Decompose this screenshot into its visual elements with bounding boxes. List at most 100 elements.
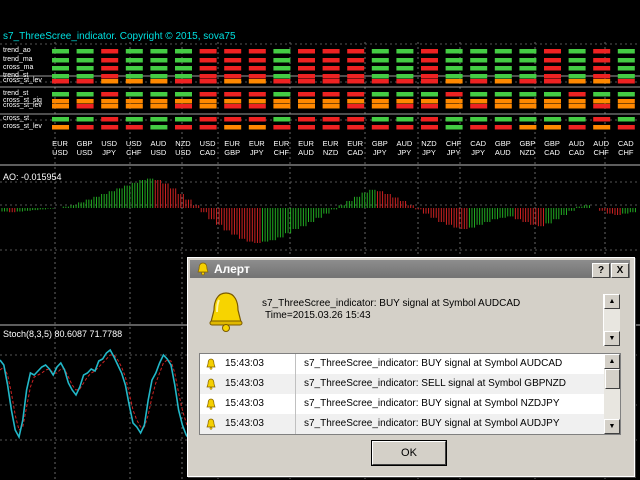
signal-cell [421, 66, 438, 71]
signal-cell [76, 99, 94, 104]
signal-cell [298, 99, 315, 104]
signal-cell [593, 79, 611, 84]
signal-cell [224, 74, 242, 79]
signal-cell [322, 74, 340, 79]
signal-cell [322, 79, 340, 84]
signal-cell [371, 66, 389, 71]
pair-label: GBP USD [73, 139, 97, 157]
signal-cell [248, 99, 266, 104]
alert-row[interactable]: 15:43:03 s7_ThreeScree_indicator: BUY sig… [200, 394, 604, 414]
signal-cell [125, 58, 143, 63]
signal-cell [273, 79, 291, 84]
signal-cell [52, 66, 69, 71]
alert-message: s7_ThreeScree_indicator: BUY signal at S… [262, 298, 520, 322]
alert-list[interactable]: 15:43:03 s7_ThreeScree_indicator: BUY sig… [199, 353, 621, 435]
signal-cell [52, 92, 69, 97]
pair-base: USD [199, 139, 216, 148]
signal-cell [470, 92, 488, 97]
signal-cell [396, 104, 414, 109]
dialog-title: Алерт [214, 262, 250, 276]
signal-cell [494, 66, 512, 71]
close-button[interactable]: X [611, 263, 629, 278]
signal-cell [248, 58, 266, 63]
signal-cell [568, 79, 586, 84]
signal-cell [470, 66, 488, 71]
signal-cell [544, 99, 561, 104]
pair-quote: JPY [249, 148, 264, 157]
signal-cell [396, 49, 414, 54]
signal-cell [322, 99, 340, 104]
signal-cell [322, 92, 340, 97]
pair-base: GBP [76, 139, 93, 148]
signal-cell [445, 58, 463, 63]
pair-quote: USD [76, 148, 93, 157]
bell-icon [209, 292, 243, 332]
pair-base: USD [125, 139, 142, 148]
signal-cell [396, 125, 414, 130]
stochastic-lines [0, 348, 191, 441]
alert-row[interactable]: 15:43:03 s7_ThreeScree_indicator: BUY sig… [200, 354, 604, 374]
signal-cell [396, 79, 414, 84]
signal-cell [519, 66, 537, 71]
signal-cell [544, 117, 561, 122]
ao-label: AO: -0.015954 [3, 172, 62, 182]
signal-cell [421, 49, 438, 54]
help-button[interactable]: ? [592, 263, 610, 278]
signal-cell [52, 117, 69, 122]
signal-cell [544, 92, 561, 97]
alert-row[interactable]: 15:43:03 s7_ThreeScree_indicator: SELL si… [200, 374, 604, 394]
alert-row[interactable]: 15:43:03 s7_ThreeScree_indicator: BUY sig… [200, 414, 604, 434]
pair-base: EUR [347, 139, 364, 148]
signal-cell [248, 66, 266, 71]
signal-cell [298, 125, 315, 130]
signal-cell [519, 49, 537, 54]
signal-cell [617, 79, 635, 84]
pair-base: EUR [52, 139, 68, 148]
signal-cell [445, 92, 463, 97]
scroll-up-button[interactable]: ▲ [604, 294, 620, 309]
signal-cell [175, 99, 192, 104]
pair-label: EUR JPY [245, 139, 269, 157]
signal-cell [519, 79, 537, 84]
pair-base: NZD [421, 139, 437, 148]
dialog-titlebar[interactable]: Алерт ? X [190, 260, 630, 278]
row-label: cross_st_lev [3, 77, 42, 84]
pair-base: CAD [470, 139, 487, 148]
signal-cell [175, 104, 192, 109]
list-scroll-down-button[interactable]: ▼ [604, 419, 620, 434]
signal-cell [76, 125, 94, 130]
pair-quote: JPY [422, 148, 436, 157]
signal-cell [199, 66, 217, 71]
list-scroll-up-button[interactable]: ▲ [604, 354, 620, 369]
list-scroll-thumb[interactable] [605, 369, 620, 389]
signal-cell [421, 74, 438, 79]
signal-cell [76, 92, 94, 97]
signal-cell [150, 58, 168, 63]
signal-cell [494, 92, 512, 97]
signal-cell [298, 58, 315, 63]
signal-cell [470, 99, 488, 104]
signal-cell [396, 92, 414, 97]
message-scrollbar[interactable]: ▲ ▼ [603, 294, 620, 346]
pair-base: NZD [175, 139, 191, 148]
list-scrollbar[interactable]: ▲ ▼ [604, 354, 620, 434]
signal-cell [298, 66, 315, 71]
pair-label: AUD CHF [589, 139, 613, 157]
pair-base: CAD [617, 139, 634, 148]
pair-quote: CAD [544, 148, 560, 157]
bell-icon [206, 378, 216, 390]
signal-cell [175, 74, 192, 79]
signal-cell [470, 49, 488, 54]
pair-labels: EUR USD GBP USD USD JPY USD CHF AUD USD NZD USD USD C… [0, 139, 640, 159]
row-label: cross_st [3, 115, 30, 122]
signal-cell [347, 104, 365, 109]
signal-cell [248, 117, 266, 122]
signal-cell [593, 49, 611, 54]
ok-button[interactable]: OK [372, 441, 446, 465]
pair-label: USD CHF [122, 139, 146, 157]
signal-cell [150, 74, 168, 79]
pair-label: NZD JPY [417, 139, 441, 157]
scroll-down-button[interactable]: ▼ [604, 331, 620, 346]
signal-cell [298, 117, 315, 122]
signal-cell [494, 125, 512, 130]
